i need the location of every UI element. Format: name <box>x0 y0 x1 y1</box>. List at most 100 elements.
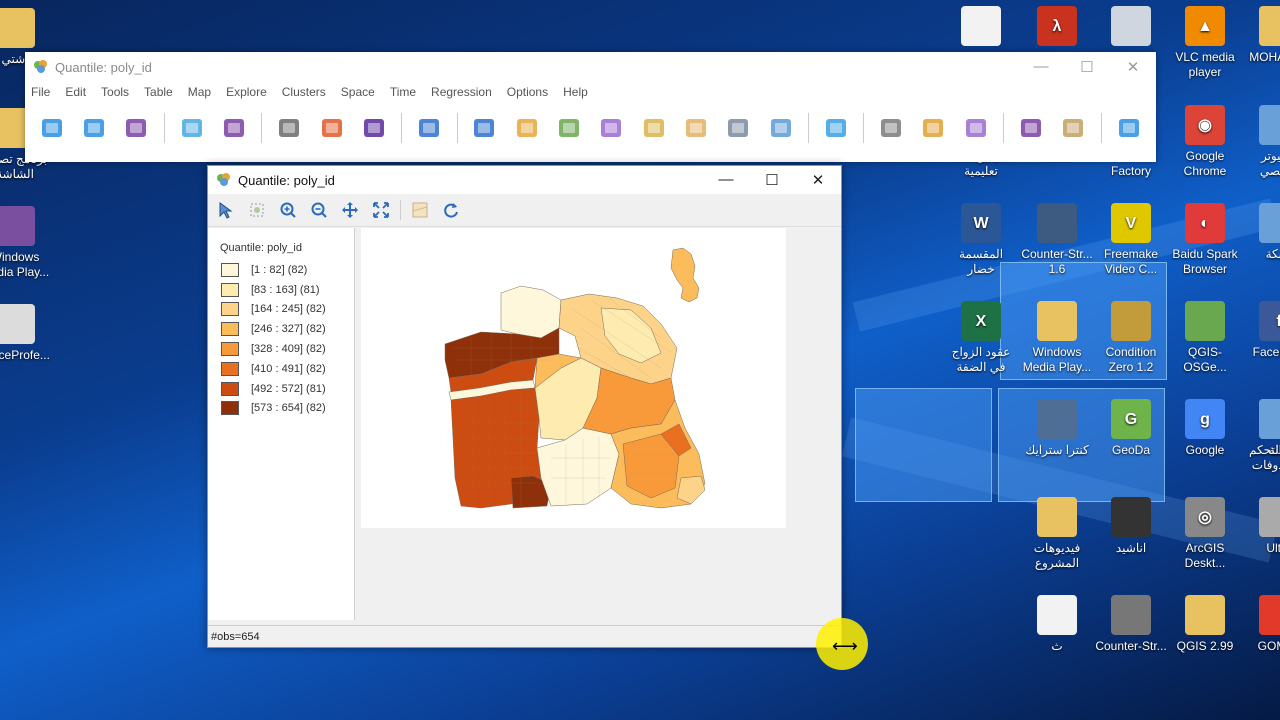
scatter-matrix-icon[interactable] <box>597 113 627 143</box>
legend-item[interactable]: [492 : 572] (81) <box>221 379 354 399</box>
refresh-icon[interactable] <box>439 198 463 222</box>
legend-item[interactable]: [164 : 245] (82) <box>221 300 354 320</box>
menu-clusters[interactable]: Clusters <box>282 85 326 99</box>
menu-explore[interactable]: Explore <box>226 85 267 99</box>
select-mode-icon[interactable] <box>245 198 269 222</box>
menu-table[interactable]: Table <box>144 85 173 99</box>
desktop-icon[interactable]: QGIS-OSGe... <box>1168 301 1242 375</box>
menu-map[interactable]: Map <box>188 85 211 99</box>
desktop-icon[interactable]: f Facebook <box>1242 301 1280 360</box>
map-maximize-button[interactable]: ☐ <box>749 171 795 189</box>
desktop-icon-label: ArcGIS Deskt... <box>1184 541 1226 570</box>
desktop-icon-label: Counter-Str... <box>1095 639 1167 653</box>
desktop-icon[interactable]: ◉ Google Chrome <box>1168 105 1242 179</box>
minimize-button[interactable]: — <box>1018 58 1064 76</box>
legend-swatch <box>221 361 239 376</box>
select-tool-icon[interactable] <box>214 198 238 222</box>
desktop-icon[interactable]: Condition Zero 1.2 <box>1094 301 1168 375</box>
desktop-icon[interactable]: λ <box>1020 6 1094 50</box>
desktop-icon[interactable]: اناشيد <box>1094 497 1168 556</box>
desktop-icon[interactable]: MOHA ATA <box>1242 6 1280 65</box>
maximize-button[interactable]: ☐ <box>1064 58 1110 76</box>
menu-time[interactable]: Time <box>390 85 416 99</box>
close-project-icon[interactable] <box>79 113 109 143</box>
zoom-out-icon[interactable] <box>307 198 331 222</box>
zoom-in-icon[interactable] <box>276 198 300 222</box>
desktop-icon[interactable]: Windows Media Play... <box>1020 301 1094 375</box>
close-button[interactable]: ✕ <box>1110 58 1156 76</box>
menu-options[interactable]: Options <box>507 85 548 99</box>
desktop-icon[interactable]: شبكة <box>1242 203 1280 262</box>
map-canvas[interactable] <box>361 228 786 528</box>
legend-item[interactable]: [410 : 491] (82) <box>221 359 354 379</box>
shape-tool-icon[interactable] <box>274 113 304 143</box>
desktop-icon[interactable]: Counter-Str... 1.6 <box>1020 203 1094 277</box>
desktop-icon[interactable]: GOM Pl <box>1242 595 1280 654</box>
3d-plot-icon[interactable] <box>681 113 711 143</box>
desktop-icon[interactable]: OfficeProfe... <box>0 304 52 363</box>
desktop-icon[interactable]: كمبيوتر شخصي <box>1242 105 1280 179</box>
desktop-icon[interactable]: W المقسمة خضار <box>944 203 1018 277</box>
menu-help[interactable]: Help <box>563 85 588 99</box>
conditional-plot-icon[interactable] <box>766 113 796 143</box>
lisa-icon[interactable] <box>919 113 949 143</box>
desktop-icon[interactable]: ▲ VLC media player <box>1168 6 1242 80</box>
legend-item[interactable]: [83 : 163] (81) <box>221 280 354 300</box>
desktop-icon[interactable]: Ultra <box>1242 497 1280 556</box>
save-icon[interactable] <box>122 113 152 143</box>
map-region[interactable] <box>676 475 706 505</box>
desktop-icon[interactable]: V Freemake Video C... <box>1094 203 1168 277</box>
legend-item[interactable]: [1 : 82] (82) <box>221 260 354 280</box>
open-folder-icon[interactable] <box>37 113 67 143</box>
bubble-chart-icon[interactable] <box>639 113 669 143</box>
cluster-map-icon[interactable] <box>821 113 851 143</box>
desktop-icon-label: كمبيوتر شخصي <box>1259 149 1280 178</box>
menu-edit[interactable]: Edit <box>65 85 86 99</box>
desktop-icon[interactable]: Counter-Str... <box>1094 595 1168 654</box>
desktop-icon[interactable]: QGIS 2.99 <box>1168 595 1242 654</box>
menu-space[interactable]: Space <box>341 85 375 99</box>
desktop-icon[interactable]: لوحة التحكم <box>1242 399 1280 458</box>
desktop-icon[interactable]: G GeoDa <box>1094 399 1168 458</box>
fit-extent-icon[interactable] <box>369 198 393 222</box>
desktop-icon[interactable]: كنترا سترايك <box>1020 399 1094 458</box>
scatter-plot-icon[interactable] <box>554 113 584 143</box>
desktop-icon[interactable]: ◐ Baidu Spark Browser <box>1168 203 1242 277</box>
map-minimize-button[interactable]: — <box>703 171 749 189</box>
legend-item[interactable]: [246 : 327] (82) <box>221 319 354 339</box>
table-icon[interactable] <box>177 113 207 143</box>
histogram-icon[interactable] <box>470 113 500 143</box>
main-titlebar[interactable]: Quantile: poly_id — ☐ ✕ <box>25 52 1156 82</box>
map-region[interactable] <box>500 285 562 339</box>
desktop-icon[interactable] <box>944 6 1018 50</box>
menu-file[interactable]: File <box>31 85 50 99</box>
menu-tools[interactable]: Tools <box>101 85 129 99</box>
pan-icon[interactable] <box>338 198 362 222</box>
moran-scatter-icon[interactable] <box>876 113 906 143</box>
desktop-icon[interactable]: g Google <box>1168 399 1242 458</box>
map-region[interactable] <box>670 247 700 303</box>
desktop-icon[interactable]: X عقود الزواج في الضفة <box>944 301 1018 375</box>
basemap-icon[interactable] <box>408 198 432 222</box>
menu-regression[interactable]: Regression <box>431 85 492 99</box>
desktop-icon[interactable]: ث <box>1020 595 1094 654</box>
points-from-table-icon[interactable] <box>317 113 347 143</box>
legend-item[interactable]: [328 : 409] (82) <box>221 339 354 359</box>
local-g-icon[interactable] <box>961 113 991 143</box>
desktop-icon[interactable]: فيديوهات المشروع <box>1020 497 1094 571</box>
time-editor-icon[interactable] <box>1016 113 1046 143</box>
map-titlebar[interactable]: Quantile: poly_id — ☐ ✕ <box>208 166 841 194</box>
averages-chart-icon[interactable] <box>1058 113 1088 143</box>
weights-manager-icon[interactable] <box>219 113 249 143</box>
desktop-icon[interactable]: ◎ ArcGIS Deskt... <box>1168 497 1242 571</box>
regression-icon[interactable] <box>1114 113 1144 143</box>
parallel-coordinate-icon[interactable] <box>723 113 753 143</box>
map-region[interactable] <box>536 427 620 507</box>
category-editor-icon[interactable] <box>414 113 444 143</box>
choropleth-map[interactable] <box>361 228 786 528</box>
map-close-button[interactable]: ✕ <box>795 171 841 189</box>
desktop-icon[interactable]: Windows Media Play... <box>0 206 52 280</box>
box-plot-icon[interactable] <box>512 113 542 143</box>
legend-item[interactable]: [573 : 654] (82) <box>221 399 354 419</box>
play-icon[interactable] <box>359 113 389 143</box>
